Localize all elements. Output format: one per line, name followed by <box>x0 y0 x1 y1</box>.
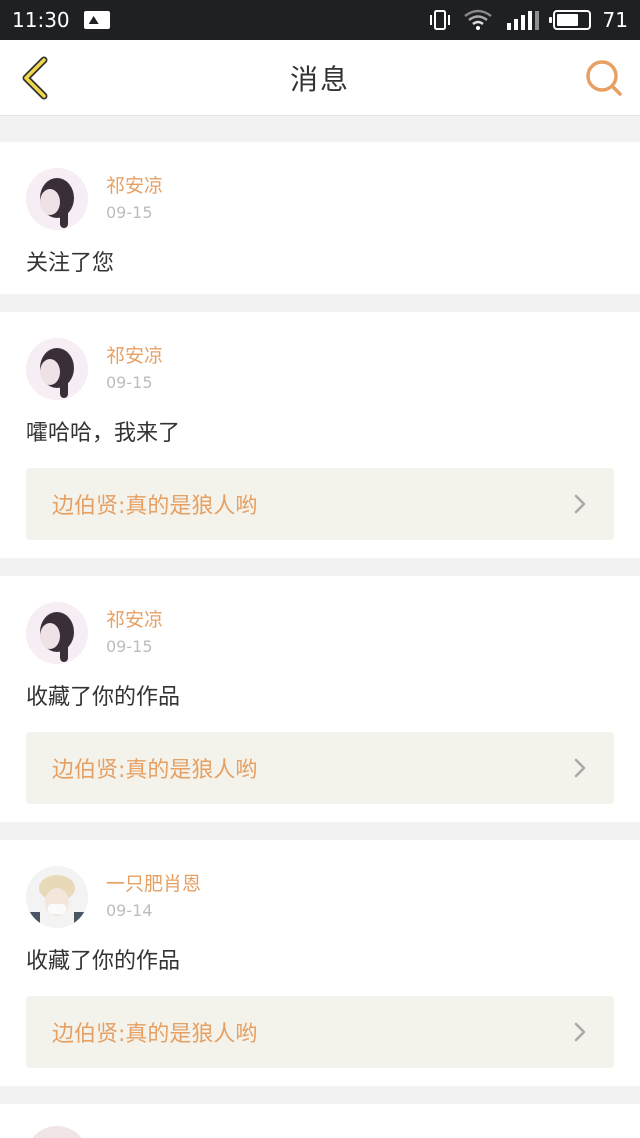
username[interactable]: 一只肥肖恩 <box>106 872 201 896</box>
message-text: 关注了您 <box>26 251 115 276</box>
message-card[interactable]: 祁安凉 09-15 关注了您 <box>0 142 640 294</box>
vibrate-icon <box>429 10 450 30</box>
message-date: 09-15 <box>106 373 153 392</box>
message-text: 收藏了你的作品 <box>26 949 181 974</box>
username[interactable]: 祁安凉 <box>106 608 163 632</box>
message-date: 09-15 <box>106 637 153 656</box>
chevron-left-icon[interactable] <box>14 54 62 102</box>
message-card[interactable]: 一只肥肖恩 09-14 收藏了你的作品 边伯贤:真的是狼人哟 <box>0 840 640 1086</box>
nav-bar: 消息 <box>0 40 640 116</box>
message-text: 嚯哈哈，我来了 <box>26 421 181 446</box>
avatar[interactable] <box>26 866 88 928</box>
image-notification-icon <box>83 11 110 29</box>
message-date: 09-14 <box>106 901 153 920</box>
work-reference[interactable]: 边伯贤:真的是狼人哟 <box>26 468 614 540</box>
status-bar: 11:30 71 <box>0 0 640 40</box>
battery-icon <box>548 10 591 30</box>
message-card[interactable]: 祁安凉 09-15 嚯哈哈，我来了 边伯贤:真的是狼人哟 <box>0 312 640 558</box>
username[interactable]: 祁安凉 <box>106 344 163 368</box>
message-date: 09-15 <box>106 203 153 222</box>
chevron-right-icon <box>574 758 586 778</box>
work-reference-title: 边伯贤:真的是狼人哟 <box>52 494 258 519</box>
chevron-right-icon <box>574 1022 586 1042</box>
status-time: 11:30 <box>12 8 70 32</box>
avatar[interactable] <box>26 168 88 230</box>
message-text: 收藏了你的作品 <box>26 685 181 710</box>
work-reference[interactable]: 边伯贤:真的是狼人哟 <box>26 732 614 804</box>
avatar[interactable] <box>26 1126 88 1138</box>
message-list: 祁安凉 09-15 关注了您 祁安凉 09-15 嚯哈哈，我来了 边伯贤:真的是… <box>0 116 640 1138</box>
wifi-icon <box>463 9 492 30</box>
message-card[interactable]: 祁安凉 09-15 收藏了你的作品 边伯贤:真的是狼人哟 <box>0 576 640 822</box>
avatar[interactable] <box>26 338 88 400</box>
work-reference[interactable]: 边伯贤:真的是狼人哟 <box>26 996 614 1068</box>
signal-icon <box>506 11 539 30</box>
work-reference-title: 边伯贤:真的是狼人哟 <box>52 1022 258 1047</box>
message-card-partial[interactable] <box>0 1104 640 1138</box>
page-title: 消息 <box>289 62 350 96</box>
battery-level: 71 <box>602 8 628 32</box>
chevron-right-icon <box>574 494 586 514</box>
avatar[interactable] <box>26 602 88 664</box>
search-icon[interactable] <box>582 56 626 100</box>
username[interactable]: 祁安凉 <box>106 174 163 198</box>
work-reference-title: 边伯贤:真的是狼人哟 <box>52 758 258 783</box>
